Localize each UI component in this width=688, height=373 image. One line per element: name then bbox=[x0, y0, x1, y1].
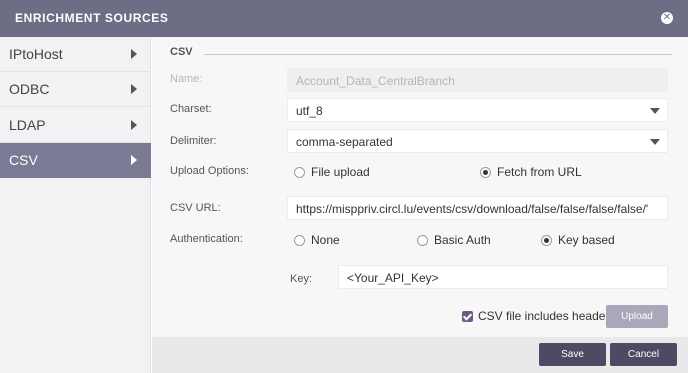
source-sidebar: IPtoHost ODBC LDAP CSV bbox=[0, 37, 151, 373]
section-divider bbox=[204, 54, 672, 55]
charset-select[interactable]: utf_8 bbox=[287, 98, 668, 122]
sidebar-item-label: LDAP bbox=[9, 117, 46, 133]
sidebar-item-iptohost[interactable]: IPtoHost bbox=[0, 37, 151, 72]
charset-label: Charset: bbox=[170, 103, 212, 115]
sidebar-item-label: CSV bbox=[9, 152, 38, 168]
csv-url-input[interactable]: https://misppriv.circl.lu/events/csv/dow… bbox=[287, 196, 668, 220]
radio-button-selected bbox=[480, 167, 491, 178]
sidebar-item-label: ODBC bbox=[9, 81, 50, 97]
save-button[interactable]: Save bbox=[539, 343, 606, 366]
radio-label: Fetch from URL bbox=[497, 165, 582, 179]
name-label: Name: bbox=[170, 73, 203, 85]
charset-value: utf_8 bbox=[296, 104, 323, 118]
upload-button[interactable]: Upload bbox=[606, 305, 668, 328]
radio-label: None bbox=[311, 233, 340, 247]
name-field: Account_Data_CentralBranch bbox=[287, 68, 668, 92]
chevron-down-icon bbox=[650, 139, 660, 145]
radio-label: Key based bbox=[558, 233, 615, 247]
chevron-right-icon bbox=[131, 155, 137, 165]
dialog-title: ENRICHMENT SOURCES bbox=[15, 11, 169, 25]
dialog-titlebar: ENRICHMENT SOURCES ✕ bbox=[0, 0, 688, 37]
section-title: CSV bbox=[170, 46, 193, 58]
radio-button bbox=[294, 167, 305, 178]
key-label: Key: bbox=[290, 273, 313, 285]
delimiter-value: comma-separated bbox=[296, 135, 393, 149]
radio-button-selected bbox=[541, 235, 552, 246]
sidebar-item-odbc[interactable]: ODBC bbox=[0, 72, 151, 107]
header-checkbox[interactable] bbox=[462, 311, 473, 322]
radio-button bbox=[294, 235, 305, 246]
sidebar-item-label: IPtoHost bbox=[9, 46, 63, 62]
csv-settings-panel: CSV Name: Account_Data_CentralBranch Cha… bbox=[152, 37, 688, 337]
authentication-label: Authentication: bbox=[170, 233, 243, 245]
dialog-footer: Save Cancel bbox=[152, 337, 688, 373]
chevron-right-icon bbox=[131, 84, 137, 94]
delimiter-label: Delimiter: bbox=[170, 135, 217, 147]
sidebar-item-ldap[interactable]: LDAP bbox=[0, 108, 151, 143]
radio-label: File upload bbox=[311, 165, 370, 179]
chevron-right-icon bbox=[131, 120, 137, 130]
cancel-button[interactable]: Cancel bbox=[610, 343, 677, 366]
radio-button bbox=[417, 235, 428, 246]
close-icon[interactable]: ✕ bbox=[661, 12, 673, 24]
chevron-down-icon bbox=[650, 108, 660, 114]
delimiter-select[interactable]: comma-separated bbox=[287, 129, 668, 153]
radio-label: Basic Auth bbox=[434, 233, 491, 247]
csv-url-label: CSV URL: bbox=[170, 202, 221, 214]
upload-options-label: Upload Options: bbox=[170, 165, 249, 177]
sidebar-item-csv[interactable]: CSV bbox=[0, 143, 151, 178]
chevron-right-icon bbox=[131, 49, 137, 59]
header-checkbox-label: CSV file includes header bbox=[478, 309, 610, 323]
api-key-input[interactable]: <Your_API_Key> bbox=[338, 265, 668, 289]
